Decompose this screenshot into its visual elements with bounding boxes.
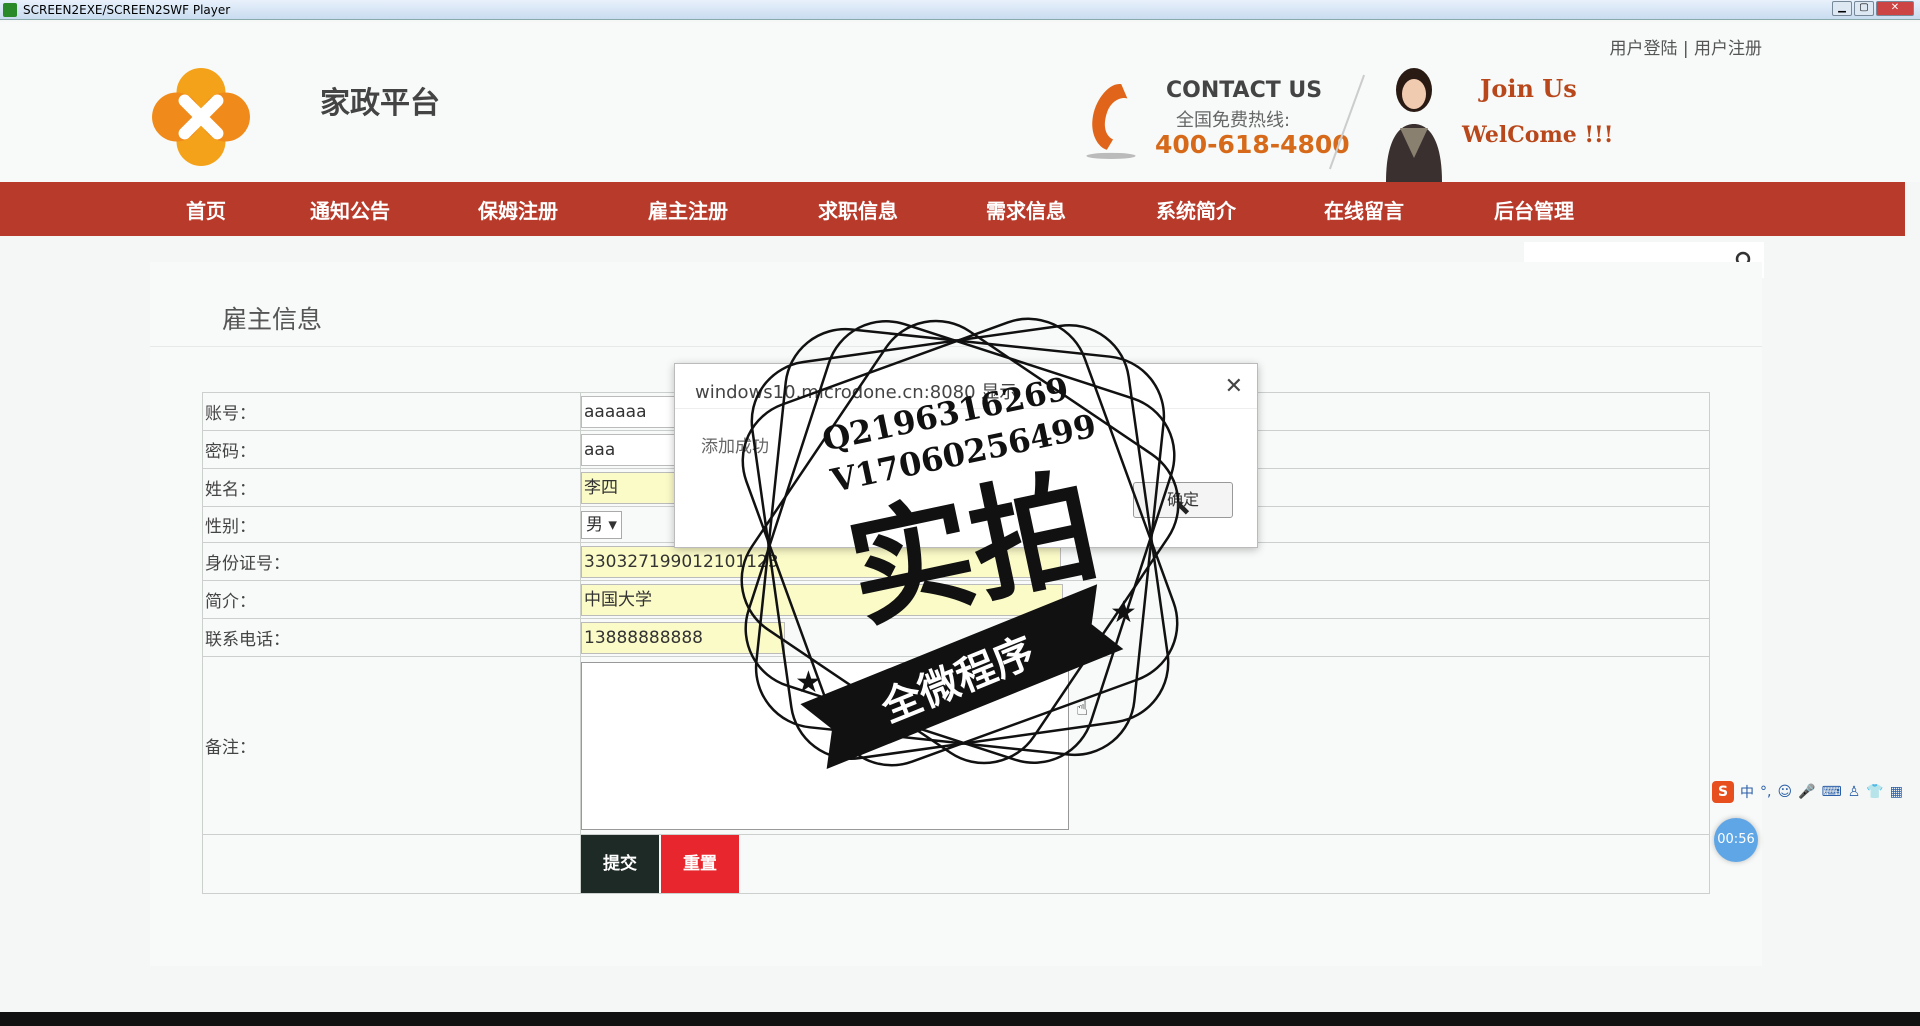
register-link[interactable]: 用户注册 — [1694, 39, 1762, 59]
punctuation-icon[interactable]: °, — [1760, 784, 1771, 800]
name-label: 姓名： — [202, 468, 581, 507]
skin-icon[interactable]: 👕 — [1866, 784, 1883, 800]
contact-title: CONTACT US — [1166, 78, 1323, 103]
intro-label: 简介： — [202, 580, 581, 619]
close-icon[interactable]: ✕ — [1225, 374, 1243, 399]
watermark-stamp: Q2196316269 V17060256499 实拍 全微程序 ★ ★ — [740, 317, 1180, 770]
submit-button[interactable]: 提交 — [581, 835, 659, 893]
form-row: 提交 重置 — [202, 834, 1710, 894]
mic-icon[interactable]: 🎤 — [1798, 784, 1815, 800]
top-links: 用户登陆 | 用户注册 — [1609, 34, 1762, 59]
contact-phone: 400-618-4800 — [1155, 130, 1350, 159]
reset-button[interactable]: 重置 — [661, 835, 739, 893]
star-icon: ★ — [795, 665, 822, 700]
window-controls: ▁ ▢ ✕ — [1832, 1, 1914, 16]
site-header: 用户登陆 | 用户注册 家政平台 CONTACT US 全国免费热线: 400-… — [0, 22, 1920, 182]
login-link[interactable]: 用户登陆 — [1609, 39, 1677, 59]
contact-subtitle: 全国免费热线: — [1176, 110, 1291, 131]
hand-cursor-icon: ☝ — [1076, 696, 1089, 720]
site-logo — [152, 68, 250, 166]
minimize-button[interactable]: ▁ — [1832, 1, 1852, 16]
close-window-button[interactable]: ✕ — [1876, 1, 1914, 16]
taskbar — [0, 1012, 1920, 1026]
window-titlebar: SCREEN2EXE/SCREEN2SWF Player ▁ ▢ ✕ — [0, 0, 1920, 20]
main-nav: 首页 通知公告 保姆注册 雇主注册 求职信息 需求信息 系统简介 在线留言 后台… — [0, 182, 1905, 236]
app-icon — [3, 2, 17, 17]
ime-toolbar: S 中 °, ☺ 🎤 ⌨ ♙ 👕 ▦ — [1712, 778, 1920, 806]
nav-item-home[interactable]: 首页 — [186, 195, 310, 224]
gender-select[interactable]: 男 ▾ — [581, 510, 622, 539]
recording-timer: 00:56 — [1714, 818, 1758, 862]
nav-item-demand[interactable]: 需求信息 — [986, 195, 1156, 224]
gender-value: 男 — [586, 514, 603, 535]
welcome-text: WelCome !!! — [1462, 122, 1614, 148]
password-label: 密码： — [202, 430, 581, 469]
chevron-down-icon: ▾ — [608, 514, 617, 535]
nav-item-about[interactable]: 系统简介 — [1156, 195, 1324, 224]
nav-item-job-seeking[interactable]: 求职信息 — [818, 195, 986, 224]
nav-item-employer-register[interactable]: 雇主注册 — [648, 195, 818, 224]
phone-label: 联系电话： — [202, 618, 581, 657]
panel-title: 雇主信息 — [222, 305, 323, 334]
ime-lang[interactable]: 中 — [1740, 782, 1754, 802]
gender-label: 性别： — [202, 506, 581, 543]
emoji-icon[interactable]: ☺ — [1777, 784, 1792, 800]
idcard-label: 身份证号： — [202, 542, 581, 581]
remark-label: 备注： — [202, 656, 581, 835]
grid-icon[interactable]: ▦ — [1890, 784, 1903, 800]
star-icon: ★ — [1110, 595, 1137, 630]
nav-item-notices[interactable]: 通知公告 — [310, 195, 478, 224]
avatar — [1386, 68, 1442, 182]
window-title: SCREEN2EXE/SCREEN2SWF Player — [23, 2, 231, 17]
keyboard-icon[interactable]: ⌨ — [1822, 784, 1842, 800]
nav-item-admin[interactable]: 后台管理 — [1494, 195, 1574, 224]
pointer-cursor-icon: ⬉ — [1174, 495, 1191, 519]
user-icon[interactable]: ♙ — [1848, 784, 1861, 800]
phone-icon — [1086, 83, 1136, 159]
top-links-separator: | — [1682, 39, 1689, 59]
nav-item-message[interactable]: 在线留言 — [1324, 195, 1494, 224]
account-label: 账号： — [202, 392, 581, 431]
nav-item-nanny-register[interactable]: 保姆注册 — [478, 195, 648, 224]
maximize-button[interactable]: ▢ — [1854, 1, 1874, 16]
site-name: 家政平台 — [320, 86, 440, 121]
join-us-text: Join Us — [1480, 74, 1577, 103]
sogou-icon[interactable]: S — [1712, 781, 1734, 803]
